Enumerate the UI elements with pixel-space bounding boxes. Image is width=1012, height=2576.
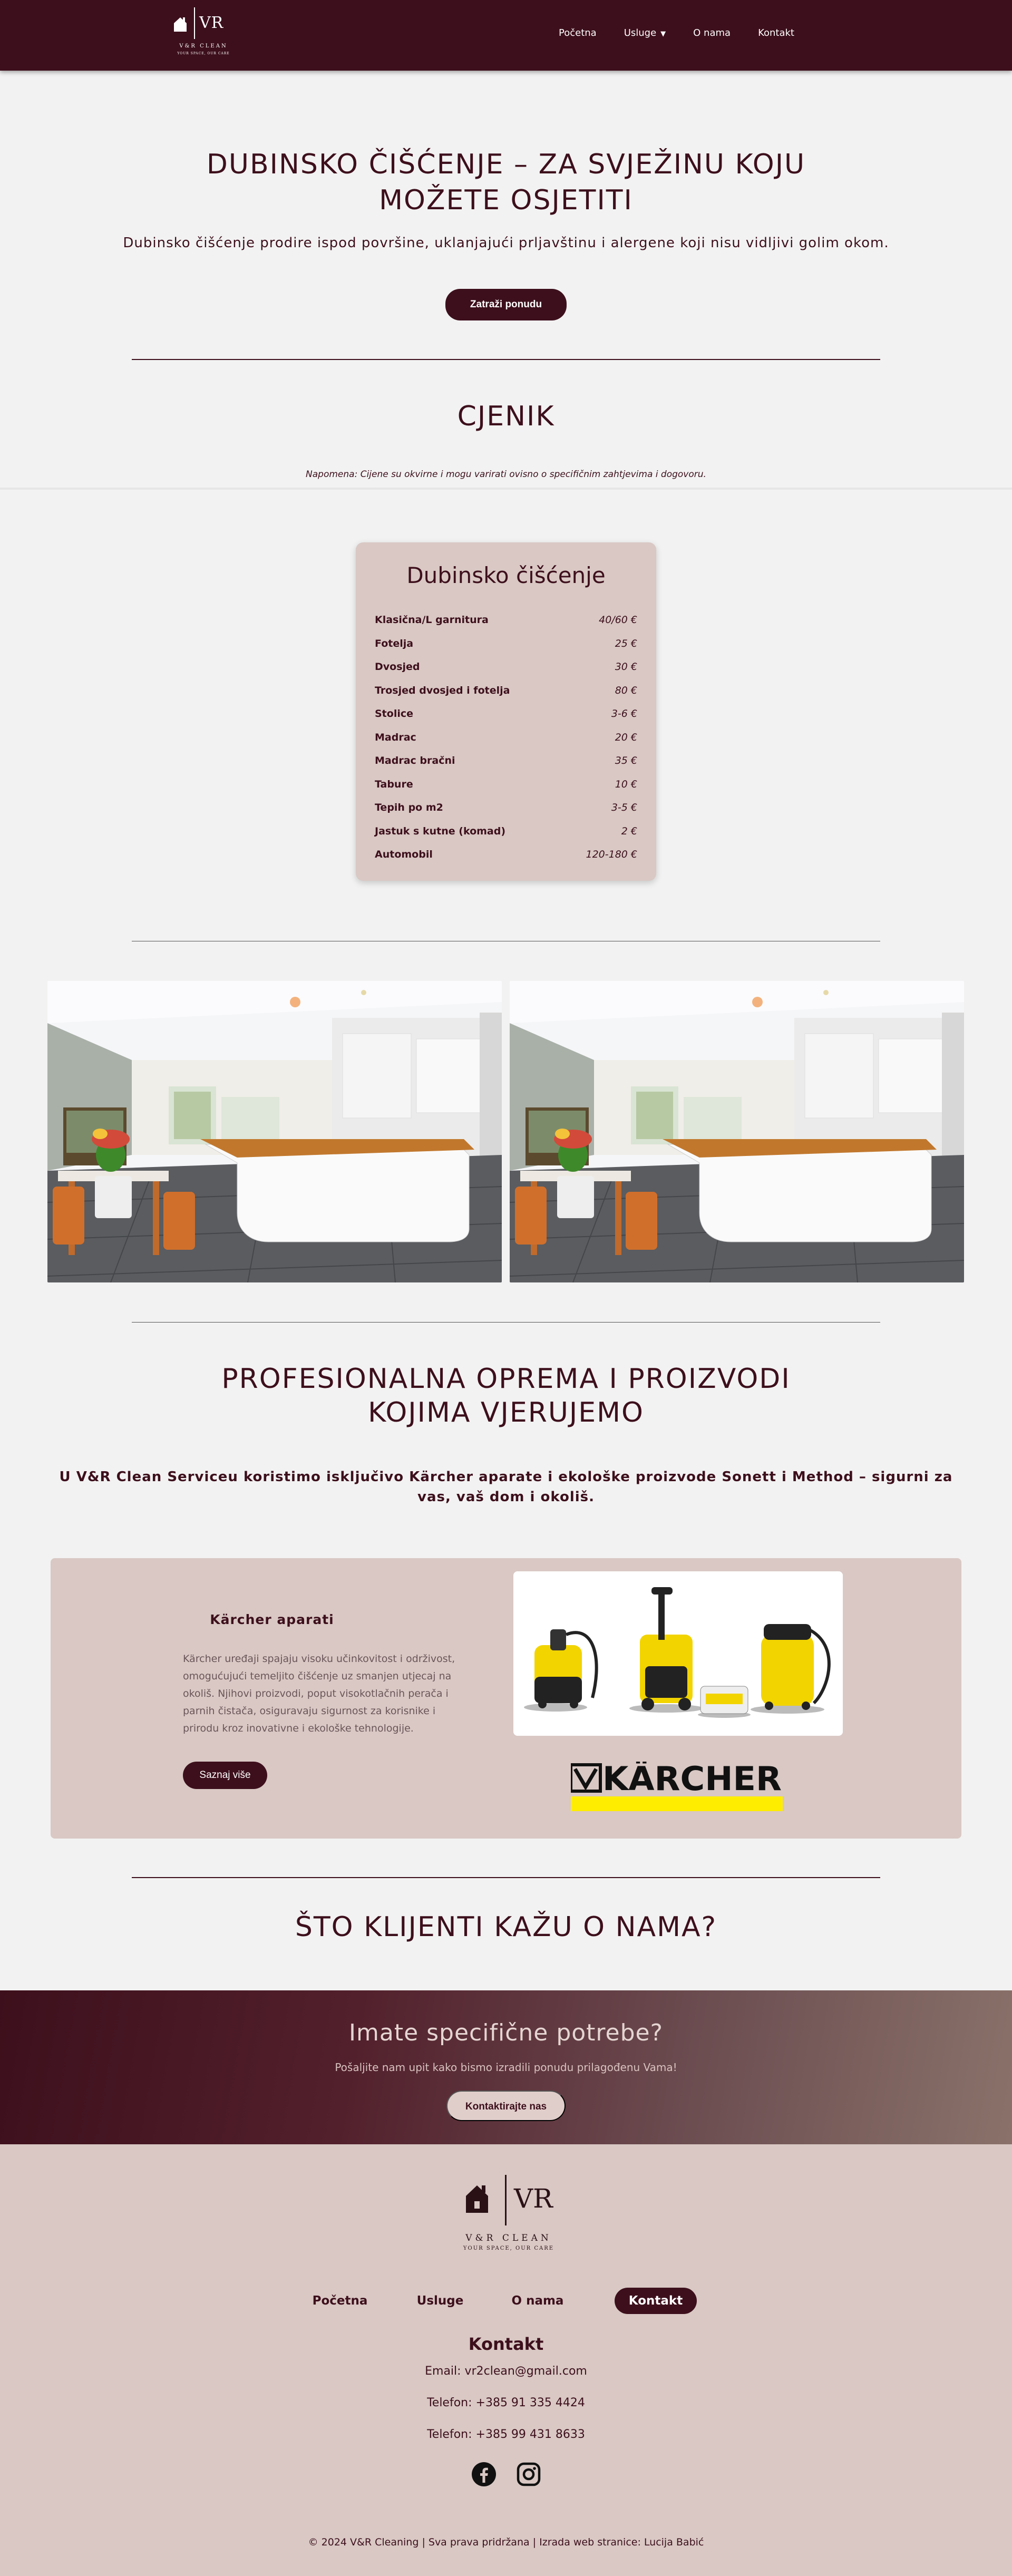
nav-item-kontakt[interactable]: Kontakt: [758, 27, 794, 38]
price-item-name: Fotelja: [375, 637, 414, 649]
request-quote-button[interactable]: Zatraži ponudu: [445, 289, 567, 320]
price-row: Klasična/L garnitura 40/60 €: [375, 612, 637, 628]
price-row: Dvosjed 30 €: [375, 659, 637, 675]
price-item-name: Tabure: [375, 778, 413, 790]
price-item-value: 35 €: [615, 755, 637, 766]
main-menu: Početna Usluge ▼ O nama Kontakt: [559, 27, 822, 38]
footer-nav-pocetna[interactable]: Početna: [303, 2288, 377, 2314]
cta-text: Pošaljite nam upit kako bismo izradili p…: [335, 2061, 677, 2074]
nav-item-usluge[interactable]: Usluge ▼: [624, 27, 666, 38]
price-row: Stolice 3-6 €: [375, 706, 637, 722]
price-item-value: 25 €: [615, 637, 637, 649]
price-item-name: Trosjed dvosjed i fotelja: [375, 684, 510, 696]
pricing-note: Napomena: Cijene su okvirne i mogu varir…: [306, 469, 706, 480]
cta-title: Imate specifične potrebe?: [349, 2019, 663, 2046]
logo-brand: V&R CLEAN: [179, 43, 228, 49]
footer-email[interactable]: Email: vr2clean@gmail.com: [0, 2365, 1012, 2378]
footer-phone-1[interactable]: Telefon: +385 91 335 4424: [0, 2396, 1012, 2409]
nav-item-usluge-label: Usluge: [624, 27, 657, 38]
house-logo-icon: [174, 17, 187, 32]
footer-phone-2[interactable]: Telefon: +385 99 431 8633: [0, 2428, 1012, 2441]
price-row: Jastuk s kutne (komad) 2 €: [375, 823, 637, 839]
learn-more-button[interactable]: Saznaj više: [183, 1762, 267, 1789]
price-item-value: 3-6 €: [611, 708, 637, 720]
hero-title-line1: DUBINSKO ČIŠĆENJE – ZA SVJEŽINU KOJU: [206, 149, 806, 180]
price-item-name: Dvosjed: [375, 661, 420, 673]
footer-nav-kontakt[interactable]: Kontakt: [615, 2288, 697, 2314]
top-navbar: VR V&R CLEAN YOUR SPACE, OUR CARE Početn…: [0, 0, 1012, 71]
logo-tagline: YOUR SPACE, OUR CARE: [177, 52, 230, 55]
karcher-products-image: [513, 1571, 843, 1736]
logo-divider: [194, 7, 195, 39]
price-row: Madrac bračni 35 €: [375, 753, 637, 769]
section-band: [0, 488, 1012, 490]
section-divider: [132, 1322, 880, 1323]
price-row: Fotelja 25 €: [375, 636, 637, 652]
price-item-name: Madrac bračni: [375, 755, 455, 766]
price-item-name: Automobil: [375, 849, 433, 860]
karcher-card-title: Kärcher aparati: [210, 1612, 334, 1627]
svg-text:KÄRCHER: KÄRCHER: [602, 1762, 782, 1798]
caret-down-icon: ▼: [660, 30, 666, 38]
hero-title: DUBINSKO ČIŠĆENJE – ZA SVJEŽINU KOJU MOŽ…: [0, 147, 1012, 218]
price-row: Tepih po m2 3-5 €: [375, 800, 637, 815]
footer-contact-title: Kontakt: [468, 2334, 544, 2354]
price-item-name: Jastuk s kutne (komad): [375, 825, 506, 837]
logo-tagline: YOUR SPACE, OUR CARE: [463, 2246, 554, 2251]
equipment-title-line2: KOJIMA VJERUJEMO: [368, 1397, 644, 1428]
nav-item-pocetna[interactable]: Početna: [559, 27, 597, 38]
hero-subtitle: Dubinsko čišćenje prodire ispod površine…: [123, 235, 889, 251]
nav-item-o-nama[interactable]: O nama: [693, 27, 731, 38]
footer: VR V&R CLEAN YOUR SPACE, OUR CARE Početn…: [0, 2144, 1012, 2576]
footer-nav-usluge[interactable]: Usluge: [403, 2288, 477, 2314]
price-card: Dubinsko čišćenje Klasična/L garnitura 40…: [356, 542, 656, 881]
price-item-name: Tepih po m2: [375, 802, 443, 813]
price-item-value: 2 €: [621, 825, 637, 837]
price-item-value: 10 €: [615, 778, 637, 790]
karcher-card: Kärcher aparati Kärcher uređaji spajaju …: [51, 1558, 961, 1839]
copyright: © 2024 V&R Cleaning | Sva prava pridržan…: [308, 2536, 704, 2548]
karcher-logo: KÄRCHER: [569, 1760, 783, 1814]
kitchen-photo: [510, 981, 964, 1282]
price-item-value: 120-180 €: [586, 849, 637, 860]
section-divider: [132, 359, 880, 360]
kitchen-photo: [47, 981, 502, 1282]
cta-band: Imate specifične potrebe? Pošaljite nam …: [0, 1990, 1012, 2144]
price-item-name: Klasična/L garnitura: [375, 614, 489, 626]
footer-logo[interactable]: VR V&R CLEAN YOUR SPACE, OUR CARE: [453, 2171, 564, 2255]
price-item-value: 3-5 €: [611, 802, 637, 813]
logo-brand: V&R CLEAN: [465, 2233, 552, 2243]
reviews-title: ŠTO KLIJENTI KAŽU O NAMA?: [295, 1911, 717, 1943]
price-item-name: Stolice: [375, 708, 413, 720]
logo-divider: [505, 2175, 507, 2225]
instagram-icon[interactable]: [516, 2462, 541, 2487]
price-row: Automobil 120-180 €: [375, 847, 637, 862]
pricing-title: CJENIK: [457, 401, 555, 432]
price-card-title: Dubinsko čišćenje: [406, 562, 606, 588]
section-divider: [132, 1877, 880, 1878]
karcher-card-text: Kärcher uređaji spajaju visoku učinkovit…: [183, 1653, 455, 1734]
price-item-value: 20 €: [615, 731, 637, 743]
equipment-title-line1: PROFESIONALNA OPREMA I PROIZVODI: [221, 1363, 791, 1395]
price-item-value: 80 €: [615, 684, 637, 696]
house-logo-icon: [466, 2185, 488, 2213]
price-row: Trosjed dvosjed i fotelja 80 €: [375, 683, 637, 698]
logo-vr: VR: [514, 2183, 553, 2214]
price-row: Tabure 10 €: [375, 776, 637, 792]
contact-us-button[interactable]: Kontaktirajte nas: [446, 2091, 566, 2121]
price-item-value: 30 €: [615, 661, 637, 673]
equipment-title: PROFESIONALNA OPREMA I PROIZVODI KOJIMA …: [0, 1362, 1012, 1430]
facebook-icon[interactable]: [471, 2462, 497, 2487]
logo-vr: VR: [199, 14, 224, 32]
footer-nav-o-nama[interactable]: O nama: [501, 2288, 575, 2314]
equipment-intro: U V&R Clean Serviceu koristimo isključiv…: [59, 1469, 953, 1505]
site-logo[interactable]: VR V&R CLEAN YOUR SPACE, OUR CARE: [169, 6, 232, 59]
price-item-value: 40/60 €: [599, 614, 637, 626]
price-item-name: Madrac: [375, 731, 416, 743]
price-row: Madrac 20 €: [375, 730, 637, 745]
hero-title-line2: MOŽETE OSJETITI: [379, 184, 633, 216]
